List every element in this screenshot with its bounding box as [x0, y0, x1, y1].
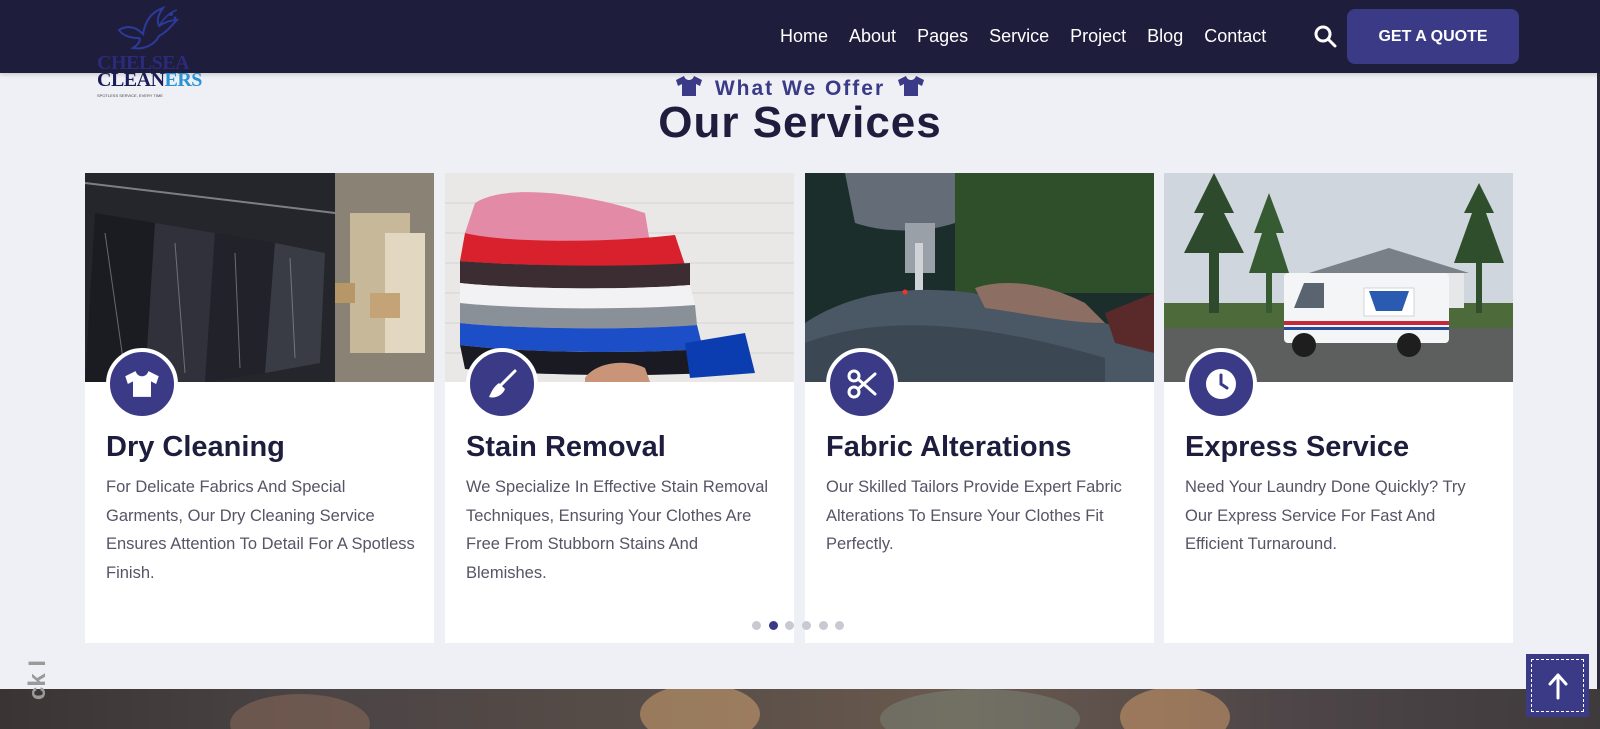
section-subtitle: What We Offer	[714, 76, 886, 100]
logo-text-cleaners: CLEANERS	[97, 69, 202, 91]
card-text: Need Your Laundry Done Quickly? Try Our …	[1185, 478, 1466, 553]
back-to-top-button[interactable]	[1526, 654, 1589, 717]
nav-about[interactable]: About	[849, 26, 896, 47]
search-icon[interactable]	[1313, 24, 1337, 53]
pagination-dot[interactable]	[835, 621, 845, 630]
next-section-banner	[0, 689, 1600, 729]
main-nav: Home About Pages Service Project Blog Co…	[780, 0, 1287, 73]
card-title: Stain Removal	[466, 431, 666, 463]
card-text: We Specialize In Effective Stain Removal…	[466, 478, 769, 582]
nav-home[interactable]: Home	[780, 26, 828, 47]
nav-service[interactable]: Service	[989, 26, 1049, 47]
scissors-icon	[826, 348, 898, 420]
tshirt-icon	[106, 348, 178, 420]
nav-contact[interactable]: Contact	[1204, 26, 1266, 47]
nav-project[interactable]: Project	[1070, 26, 1126, 47]
logo[interactable]: CHELSEA CLEANERS SPOTLESS SERVICE, EVERY…	[95, 0, 205, 102]
arrow-up-icon	[1548, 673, 1567, 699]
nav-blog[interactable]: Blog	[1147, 26, 1183, 47]
card-title: Fabric Alterations	[826, 431, 1072, 463]
card-text: For Delicate Fabrics And Special Garment…	[106, 478, 415, 582]
service-card-dry-cleaning[interactable]: Dry Cleaning For Delicate Fabrics And Sp…	[85, 173, 434, 643]
site-header: Home About Pages Service Project Blog Co…	[0, 0, 1600, 73]
pagination-dot-active[interactable]	[768, 621, 778, 630]
card-text: Our Skilled Tailors Provide Expert Fabri…	[826, 478, 1122, 553]
clock-icon	[1185, 348, 1257, 420]
pagination-dot[interactable]	[752, 621, 761, 630]
vertical-side-text: ck I	[24, 659, 51, 700]
service-card-fabric-alterations[interactable]: Fabric Alterations Our Skilled Tailors P…	[805, 173, 1154, 643]
logo-tagline: SPOTLESS SERVICE, EVERY TIME	[97, 93, 163, 98]
card-title: Dry Cleaning	[106, 431, 285, 463]
broom-icon	[466, 348, 538, 420]
get-a-quote-button[interactable]: GET A QUOTE	[1347, 9, 1519, 64]
pagination-dot[interactable]	[785, 621, 795, 630]
nav-pages[interactable]: Pages	[917, 26, 968, 47]
card-title: Express Service	[1185, 431, 1410, 463]
service-card-express-service[interactable]: Express Service Need Your Laundry Done Q…	[1164, 173, 1513, 643]
section-title: Our Services	[658, 98, 942, 147]
pagination-dot[interactable]	[802, 621, 812, 630]
carousel-pagination	[752, 621, 852, 630]
service-card-stain-removal[interactable]: Stain Removal We Specialize In Effective…	[445, 173, 794, 643]
pagination-dot[interactable]	[818, 621, 828, 630]
dove-icon	[117, 6, 179, 50]
